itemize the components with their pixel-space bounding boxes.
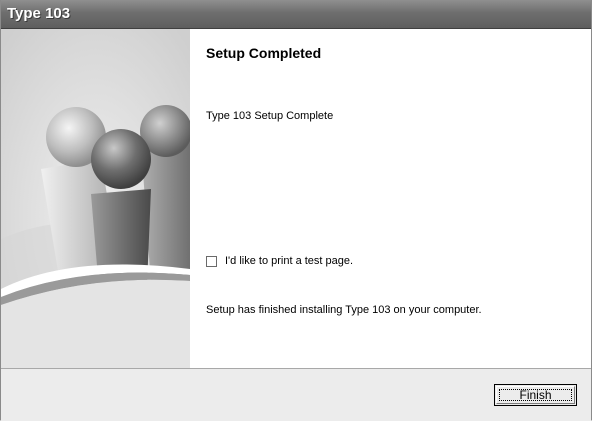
page-subtitle: Type 103 Setup Complete bbox=[206, 110, 334, 122]
print-test-page-option[interactable]: I'd like to print a test page. bbox=[206, 254, 353, 268]
print-test-page-label[interactable]: I'd like to print a test page. bbox=[225, 255, 353, 267]
installer-window: Type 103 Setup Completed Type 103 Setup … bbox=[0, 0, 592, 421]
finish-button[interactable]: Finish bbox=[494, 384, 577, 406]
title-bar[interactable]: Type 103 bbox=[1, 0, 591, 29]
window-title: Type 103 bbox=[7, 5, 71, 22]
people-figures-illustration bbox=[1, 29, 190, 368]
button-bar: Finish bbox=[1, 368, 591, 421]
wizard-content: Setup Completed Type 103 Setup Complete … bbox=[190, 29, 591, 368]
finish-message: Setup has finished installing Type 103 o… bbox=[206, 304, 482, 316]
wizard-side-panel bbox=[1, 29, 190, 368]
page-heading: Setup Completed bbox=[206, 45, 322, 61]
finish-button-label[interactable]: Finish bbox=[496, 386, 575, 404]
print-test-page-checkbox[interactable] bbox=[206, 255, 217, 267]
